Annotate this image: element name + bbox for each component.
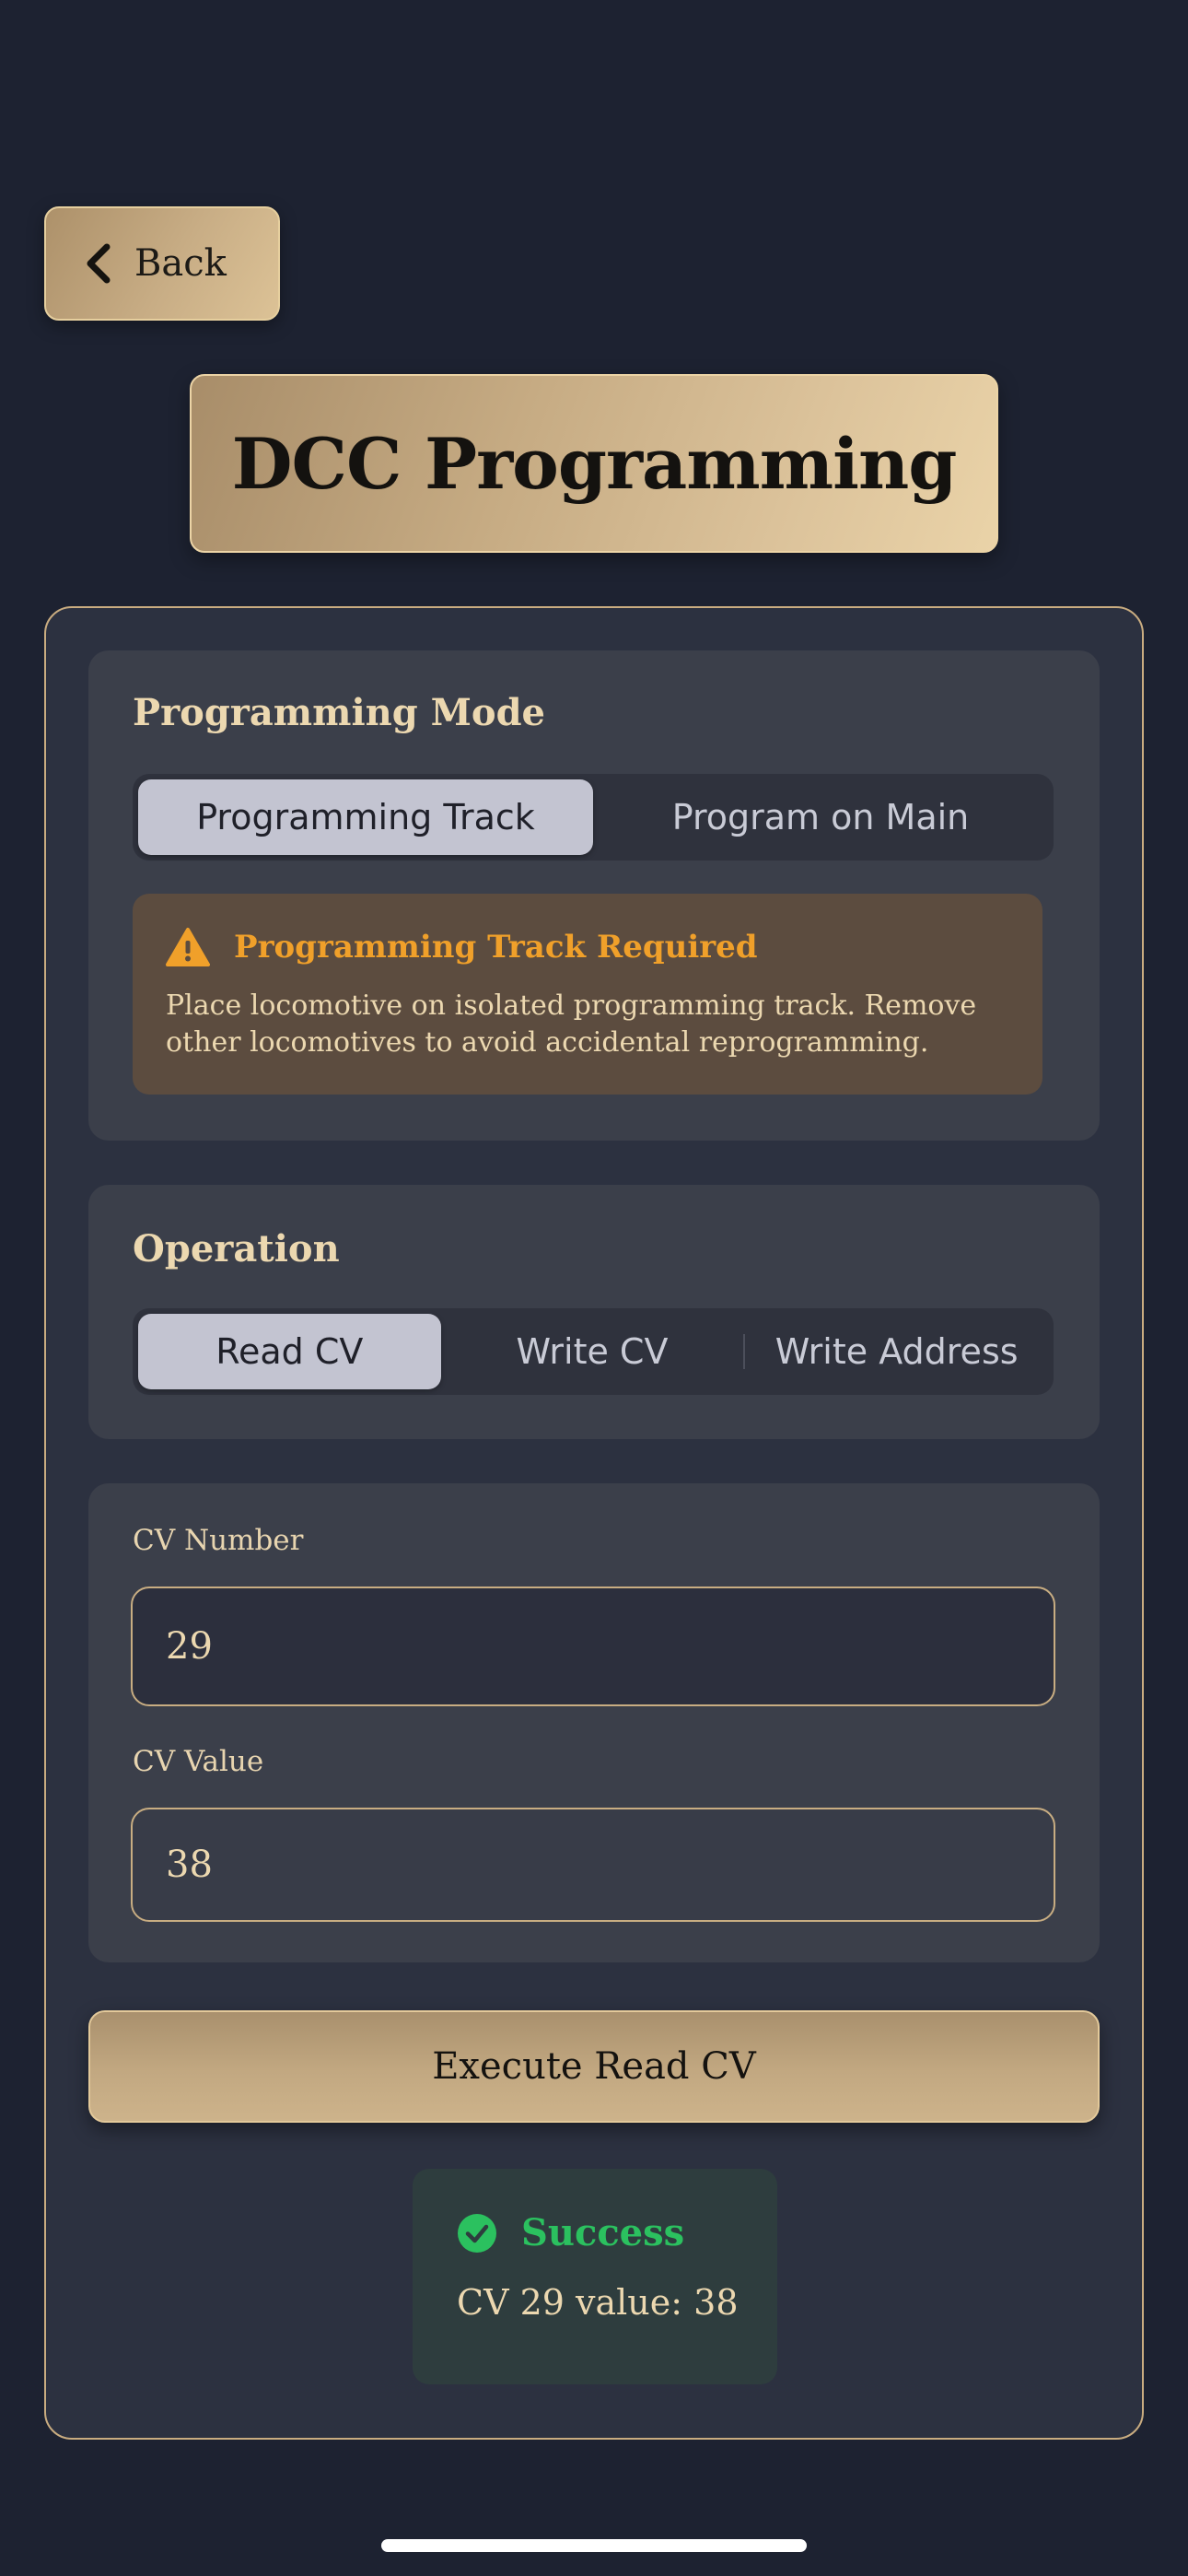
operation-card: Operation Read CV Write CV Write Address xyxy=(88,1185,1100,1439)
cv-value-label: CV Value xyxy=(133,1745,264,1778)
execute-read-cv-button[interactable]: Execute Read CV xyxy=(88,2010,1100,2123)
back-button[interactable]: Back xyxy=(44,206,280,321)
result-message: Success CV 29 value: 38 xyxy=(413,2169,777,2384)
main-panel: Programming Mode Programming Track Progr… xyxy=(44,606,1144,2440)
page-title: DCC Programming xyxy=(231,422,958,505)
result-text: CV 29 value: 38 xyxy=(457,2282,739,2323)
operation-option-write-address[interactable]: Write Address xyxy=(745,1314,1048,1389)
warning-title: Programming Track Required xyxy=(234,929,758,966)
mode-option-program-on-main[interactable]: Program on Main xyxy=(593,779,1048,855)
operation-option-write-cv[interactable]: Write CV xyxy=(441,1314,744,1389)
title-banner: DCC Programming xyxy=(190,374,998,553)
result-title: Success xyxy=(521,2211,685,2254)
programming-mode-selector: Programming Track Program on Main xyxy=(133,774,1054,861)
check-circle-icon xyxy=(458,2213,496,2253)
programming-mode-title: Programming Mode xyxy=(133,691,545,734)
cv-value-input[interactable]: 38 xyxy=(131,1808,1055,1922)
warning-message: Place locomotive on isolated programming… xyxy=(166,989,977,1059)
chevron-left-icon xyxy=(87,243,111,284)
programming-mode-card: Programming Mode Programming Track Progr… xyxy=(88,650,1100,1141)
operation-title: Operation xyxy=(133,1227,340,1270)
mode-option-programming-track[interactable]: Programming Track xyxy=(138,779,593,855)
cv-number-input[interactable]: 29 xyxy=(131,1587,1055,1706)
operation-option-read-cv[interactable]: Read CV xyxy=(138,1314,441,1389)
operation-selector: Read CV Write CV Write Address xyxy=(133,1308,1054,1395)
home-indicator xyxy=(381,2539,807,2552)
back-label: Back xyxy=(134,242,227,285)
programming-track-warning: Programming Track Required Place locomot… xyxy=(133,894,1042,1095)
cv-card: CV Number 29 CV Value 38 xyxy=(88,1483,1100,1962)
warning-triangle-icon xyxy=(166,928,210,966)
cv-number-label: CV Number xyxy=(133,1524,304,1557)
